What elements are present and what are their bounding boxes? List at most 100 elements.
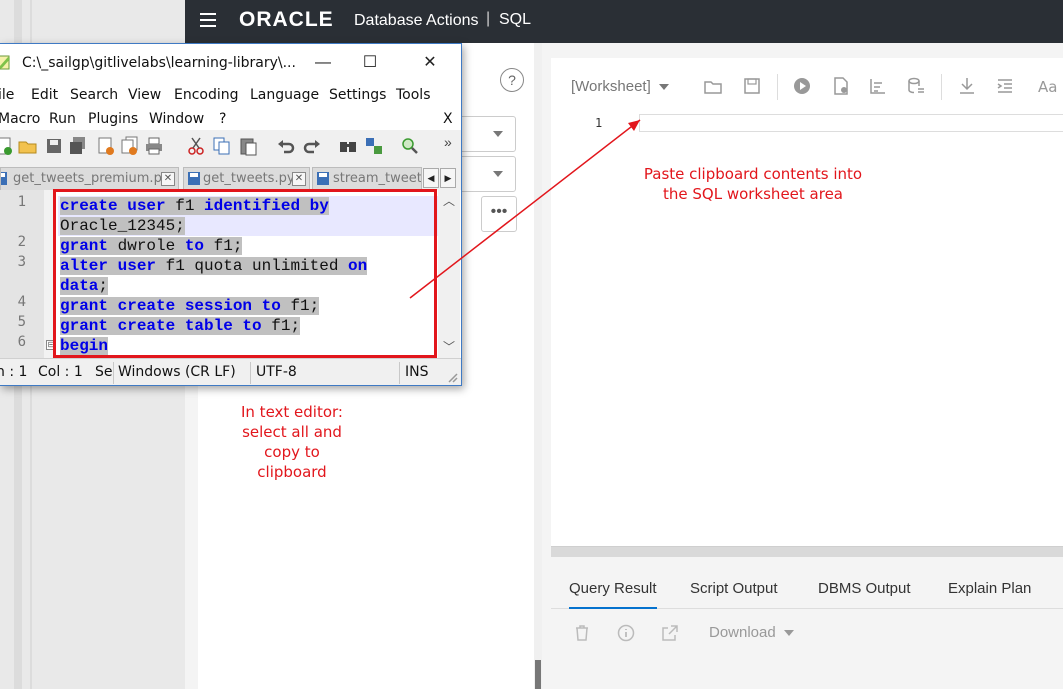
explain-plan-icon[interactable] bbox=[868, 76, 888, 96]
zoom-in-icon[interactable] bbox=[400, 136, 420, 156]
tab-scroll-right-button[interactable]: ▶ bbox=[440, 168, 456, 188]
save-icon[interactable] bbox=[742, 76, 762, 96]
menu-run[interactable]: Run bbox=[49, 111, 76, 127]
trash-icon[interactable] bbox=[573, 624, 591, 642]
run-script-icon[interactable] bbox=[831, 76, 851, 96]
open-external-icon[interactable] bbox=[661, 624, 679, 642]
find-icon[interactable] bbox=[338, 136, 358, 156]
annotation-editor-line2: select all and bbox=[242, 423, 342, 441]
undo-icon[interactable] bbox=[276, 136, 296, 156]
menu-macro[interactable]: Macro bbox=[0, 111, 40, 127]
save-all-icon[interactable] bbox=[68, 136, 88, 156]
result-toolbar: Download bbox=[551, 609, 1063, 689]
close-window-button[interactable]: ✕ bbox=[407, 44, 453, 82]
line-number: 2 bbox=[17, 234, 26, 250]
notepad-menubar: ile Edit Search View Encoding Language S… bbox=[0, 82, 461, 130]
notepad-title: C:\_sailgp\gitlivelabs\learning-library\… bbox=[22, 55, 296, 71]
resize-grip-icon[interactable] bbox=[447, 372, 458, 383]
cut-icon[interactable] bbox=[186, 136, 206, 156]
menu-help[interactable]: ? bbox=[219, 111, 226, 127]
tab-get-tweets-premium[interactable]: get_tweets_premium.py ✕ bbox=[0, 167, 179, 190]
tab-dbms-output[interactable]: DBMS Output bbox=[818, 580, 911, 597]
worksheet-label: [Worksheet] bbox=[571, 78, 651, 95]
annotation-paste-line1: Paste clipboard contents into bbox=[643, 165, 863, 183]
divider-handle[interactable] bbox=[535, 660, 541, 689]
open-folder-icon[interactable] bbox=[703, 76, 723, 96]
replace-icon[interactable] bbox=[364, 136, 384, 156]
more-options-button[interactable]: ••• bbox=[481, 196, 517, 232]
annotation-editor-line1: In text editor: bbox=[240, 403, 343, 421]
redo-icon[interactable] bbox=[302, 136, 322, 156]
tab-script-output[interactable]: Script Output bbox=[690, 580, 778, 597]
app-name: Database Actions bbox=[354, 12, 479, 29]
oracle-header-bar: ORACLE Database Actions | SQL bbox=[185, 0, 1063, 43]
annotation-editor-line4: clipboard bbox=[257, 463, 327, 481]
annotation-paste-line2: the SQL worksheet area bbox=[662, 185, 843, 203]
paste-icon[interactable] bbox=[238, 136, 258, 156]
close-all-icon[interactable] bbox=[120, 136, 140, 156]
worksheet-select[interactable]: [Worksheet] bbox=[571, 78, 669, 95]
vertical-scrollbar[interactable]: ︿ ﹀ bbox=[438, 190, 460, 358]
status-line: n : 1 bbox=[0, 364, 28, 380]
line-number: 1 bbox=[17, 194, 26, 210]
autotrace-icon[interactable] bbox=[906, 76, 926, 96]
minimize-button[interactable]: — bbox=[300, 44, 346, 82]
menu-encoding[interactable]: Encoding bbox=[174, 87, 239, 103]
menu-search[interactable]: Search bbox=[70, 87, 118, 103]
menu-language[interactable]: Language bbox=[250, 87, 319, 103]
line-number: 3 bbox=[17, 254, 26, 270]
notepad-toolbar: » bbox=[0, 130, 461, 162]
floppy-icon bbox=[317, 172, 329, 185]
annotation-paste: Paste clipboard contents into the SQL wo… bbox=[630, 164, 876, 204]
chevron-down-icon bbox=[658, 84, 669, 91]
annotation-editor: In text editor: select all and copy to c… bbox=[222, 402, 362, 482]
open-file-icon[interactable] bbox=[18, 136, 38, 156]
run-statement-icon[interactable] bbox=[792, 76, 812, 96]
text-case-icon[interactable]: Aa bbox=[1037, 76, 1061, 96]
tab-explain-plan[interactable]: Explain Plan bbox=[948, 580, 1031, 597]
line-number: 5 bbox=[17, 314, 26, 330]
selection-highlight-box bbox=[53, 189, 437, 358]
section-title: SQL bbox=[499, 11, 532, 28]
scroll-up-icon[interactable]: ︿ bbox=[438, 190, 460, 212]
notepad-titlebar[interactable]: C:\_sailgp\gitlivelabs\learning-library\… bbox=[0, 44, 461, 82]
save-file-icon[interactable] bbox=[44, 136, 64, 156]
scroll-down-icon[interactable]: ﹀ bbox=[438, 336, 460, 358]
tab-query-result[interactable]: Query Result bbox=[569, 580, 657, 610]
menu-view[interactable]: View bbox=[128, 87, 161, 103]
menu-window[interactable]: Window bbox=[149, 111, 204, 127]
menu-settings[interactable]: Settings bbox=[329, 87, 386, 103]
notepad-tab-bar: get_tweets_premium.py ✕ get_tweets.py ✕ … bbox=[0, 162, 461, 190]
tab-close-icon[interactable]: ✕ bbox=[161, 172, 175, 186]
editor-current-line[interactable] bbox=[639, 114, 1063, 132]
notepad-app-icon bbox=[0, 55, 10, 70]
tab-get-tweets[interactable]: get_tweets.py ✕ bbox=[183, 167, 310, 190]
close-file-icon[interactable] bbox=[96, 136, 116, 156]
menu-tools[interactable]: Tools bbox=[396, 87, 431, 103]
toolbar-separator bbox=[777, 74, 778, 100]
download-menu-button[interactable]: Download bbox=[709, 624, 794, 641]
menu-edit[interactable]: Edit bbox=[31, 87, 58, 103]
status-separator bbox=[113, 362, 114, 384]
copy-icon[interactable] bbox=[212, 136, 232, 156]
download-icon[interactable] bbox=[957, 76, 977, 96]
info-icon[interactable] bbox=[617, 624, 635, 642]
tab-scroll-left-button[interactable]: ◀ bbox=[423, 168, 439, 188]
toolbar-overflow-icon[interactable]: » bbox=[444, 134, 452, 150]
help-icon[interactable]: ? bbox=[500, 68, 524, 92]
close-document-button[interactable]: X bbox=[443, 111, 453, 127]
line-number: 6 bbox=[17, 334, 26, 350]
format-icon[interactable] bbox=[995, 76, 1015, 96]
maximize-button[interactable]: ☐ bbox=[347, 44, 393, 82]
print-icon[interactable] bbox=[144, 136, 164, 156]
status-selection: Se bbox=[95, 364, 113, 380]
editor-results-splitter[interactable] bbox=[551, 546, 1063, 557]
tab-close-icon[interactable]: ✕ bbox=[292, 172, 306, 186]
new-file-icon[interactable] bbox=[0, 136, 14, 156]
hamburger-menu-icon[interactable] bbox=[200, 13, 216, 27]
menu-plugins[interactable]: Plugins bbox=[88, 111, 138, 127]
worksheet-toolbar: [Worksheet] Aa bbox=[551, 58, 1063, 115]
panel-divider[interactable] bbox=[534, 43, 542, 689]
tab-stream-tweets[interactable]: stream_tweets bbox=[312, 167, 422, 190]
menu-file[interactable]: ile bbox=[0, 87, 14, 103]
